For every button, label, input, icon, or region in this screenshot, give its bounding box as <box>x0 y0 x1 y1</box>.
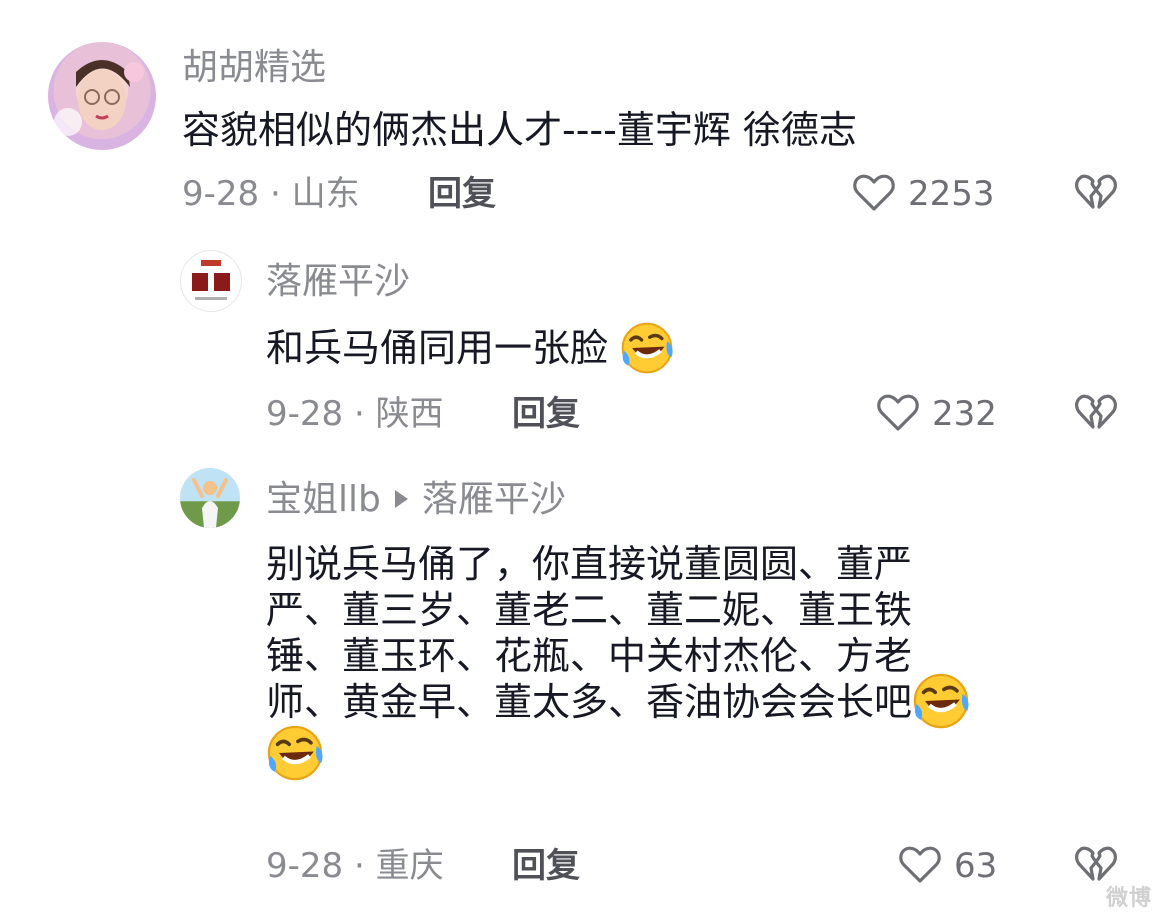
reply-button[interactable]: 回复 <box>512 846 580 886</box>
comment-line: 别说兵马俑了，你直接说董圆圆、董严 <box>266 542 913 586</box>
heart-outline-icon <box>899 846 941 883</box>
reply-button[interactable]: 回复 <box>428 174 496 214</box>
comment-line: 锤、董玉环、花瓶、中关村杰伦、方老 <box>266 634 913 678</box>
comment-text-content: 和兵马俑同用一张脸 <box>266 326 609 370</box>
comment-line: 严、董三岁、董老二、董二妮、董王铁 <box>266 588 913 632</box>
username[interactable]: 宝姐llb <box>266 479 381 520</box>
rofl-emoji-icon <box>266 724 324 782</box>
like-button[interactable]: 63 <box>898 842 1008 888</box>
comment-text: 别说兵马俑了，你直接说董圆圆、董严 严、董三岁、董老二、董二妮、董王铁 锤、董玉… <box>266 540 970 782</box>
avatar[interactable] <box>48 42 156 150</box>
comment-text: 和兵马俑同用一张脸 <box>266 324 674 375</box>
emoji-line <box>266 724 970 782</box>
like-count: 232 <box>932 394 997 434</box>
rofl-emoji-icon <box>620 321 674 375</box>
comment-date-location: 9-28 · 重庆 <box>266 846 444 886</box>
reply-to-username[interactable]: 落雁平沙 <box>422 479 566 520</box>
like-count: 63 <box>954 846 998 886</box>
like-count: 2253 <box>908 174 995 214</box>
comment-text: 容貌相似的俩杰出人才----董宇辉 徐德志 <box>182 108 857 152</box>
comment-date-location: 9-28 · 陕西 <box>266 394 444 434</box>
comment-date-location: 9-28 · 山东 <box>182 174 360 214</box>
broken-heart-icon[interactable] <box>1074 392 1118 434</box>
comment-line-with-emoji: 师、黄金早、董太多、香油协会会长吧 <box>266 678 970 724</box>
username[interactable]: 胡胡精选 <box>182 46 326 90</box>
like-button[interactable]: 232 <box>876 390 1006 436</box>
rofl-emoji-icon <box>912 672 970 730</box>
avatar[interactable] <box>180 250 242 312</box>
heart-outline-icon <box>853 174 895 211</box>
heart-outline-icon <box>877 394 919 431</box>
watermark: 微博 <box>1106 886 1153 911</box>
like-button[interactable]: 2253 <box>852 170 1002 216</box>
comment-line: 师、黄金早、董太多、香油协会会长吧 <box>266 680 913 724</box>
reply-arrow-icon <box>394 490 408 508</box>
reply-button[interactable]: 回复 <box>512 394 580 434</box>
username[interactable]: 落雁平沙 <box>266 260 410 304</box>
broken-heart-icon[interactable] <box>1074 172 1118 214</box>
reply-header: 宝姐llb 落雁平沙 <box>266 478 566 522</box>
avatar[interactable] <box>180 468 240 528</box>
